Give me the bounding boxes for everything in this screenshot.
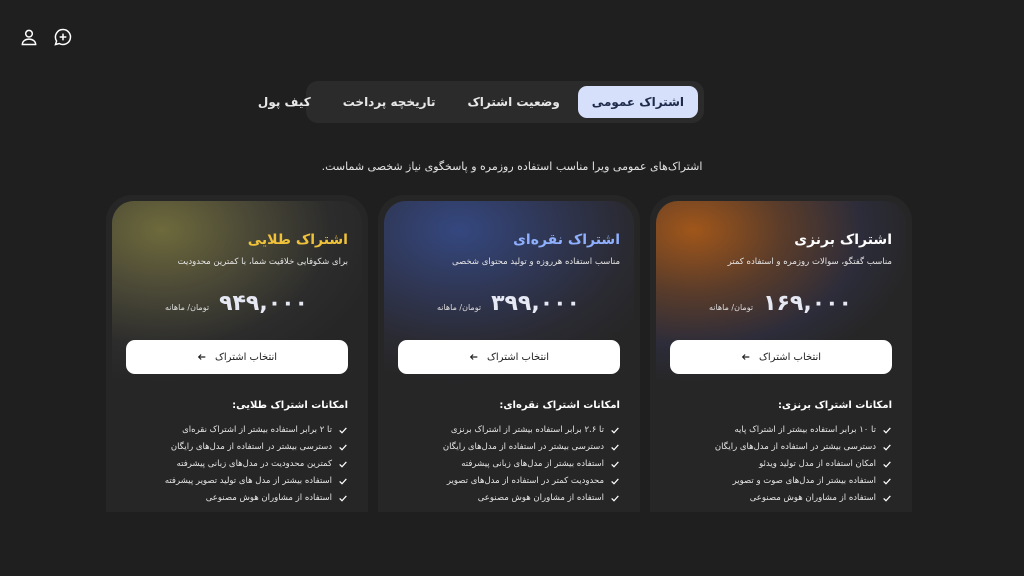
check-icon: [611, 443, 619, 451]
price-amount: ۹۴۹,۰۰۰: [219, 291, 308, 316]
list-item: تا ۱۰ برابر استفاده بیشتر از اشتراک پایه: [715, 421, 892, 438]
feature-text: استفاده بیشتر از مدل‌های زبانی پیشرفته: [461, 458, 604, 469]
plan-title: اشتراک طلایی: [247, 232, 348, 248]
check-icon: [611, 477, 619, 485]
feature-text: دسترسی بیشتر در استفاده از مدل‌های رایگا…: [442, 441, 604, 452]
feature-text: دسترسی بیشتر در استفاده از مدل‌های رایگا…: [714, 441, 876, 452]
check-icon: [883, 460, 891, 468]
feature-text: کمترین محدودیت در مدل‌های زبانی پیشرفته: [176, 458, 332, 469]
price-row: ۱۶۹,۰۰۰ تومان/ ماهانه: [709, 291, 852, 316]
list-item: دسترسی بیشتر در استفاده از مدل‌های رایگا…: [165, 438, 348, 455]
plan-title: اشتراک نقره‌ای: [513, 232, 620, 248]
check-icon: [883, 426, 891, 434]
tab-payment-history[interactable]: تاریخچه پرداخت: [329, 86, 450, 118]
feature-text: امکان استفاده از مدل تولید ویدئو: [759, 458, 876, 469]
arrow-left-icon: [197, 354, 206, 360]
arrow-left-icon: [469, 354, 478, 360]
features-title: امکانات اشتراک طلایی:: [232, 400, 348, 411]
plan-card-bronze: اشتراک برنزی مناسب گفتگو، سوالات روزمره …: [650, 195, 912, 512]
price-unit: تومان/ ماهانه: [164, 303, 210, 312]
feature-text: تا ۱۰ برابر استفاده بیشتر از اشتراک پایه: [734, 424, 877, 435]
list-item: امکان استفاده از مدل تولید ویدئو: [715, 455, 892, 472]
tab-subscription-status[interactable]: وضعیت اشتراک: [454, 86, 574, 118]
features-list: تا ۱۰ برابر استفاده بیشتر از اشتراک پایه…: [715, 421, 892, 506]
tab-general-subscription[interactable]: اشتراک عمومی: [577, 86, 698, 118]
feature-text: تا ۲ برابر استفاده بیشتر از اشتراک نقره‌…: [182, 424, 332, 435]
plan-title: اشتراک برنزی: [794, 232, 892, 248]
check-icon: [611, 494, 619, 502]
check-icon: [883, 477, 891, 485]
select-plan-label: انتخاب اشتراک: [214, 351, 278, 363]
check-icon: [611, 426, 619, 434]
arrow-left-icon: [741, 354, 750, 360]
plan-description: مناسب استفاده هرروزه و تولید محتوای شخصی: [451, 257, 620, 267]
plan-description: مناسب گفتگو، سوالات روزمره و استفاده کمت…: [727, 257, 892, 267]
feature-text: استفاده از مشاوران هوش مصنوعی: [477, 492, 604, 503]
check-icon: [611, 460, 619, 468]
features-list: تا ۲.۶ برابر استفاده بیشتر از اشتراک برن…: [443, 421, 620, 506]
select-plan-label: انتخاب اشتراک: [486, 351, 550, 363]
feature-text: استفاده بیشتر از مدل های تولید تصویر پیش…: [164, 475, 332, 486]
tab-bar: اشتراک عمومی وضعیت اشتراک تاریخچه پرداخت…: [258, 81, 704, 123]
tab-wallet[interactable]: کیف پول: [244, 86, 325, 118]
list-item: استفاده از مشاوران هوش مصنوعی: [443, 489, 620, 506]
check-icon: [883, 494, 891, 502]
select-plan-button[interactable]: انتخاب اشتراک: [398, 340, 620, 374]
new-chat-icon[interactable]: [52, 26, 74, 48]
price-amount: ۳۹۹,۰۰۰: [491, 291, 580, 316]
price-row: ۹۴۹,۰۰۰ تومان/ ماهانه: [165, 291, 308, 316]
select-plan-button[interactable]: انتخاب اشتراک: [670, 340, 892, 374]
user-icon[interactable]: [18, 26, 40, 48]
check-icon: [339, 443, 347, 451]
list-item: محدودیت کمتر در استفاده از مدل‌های تصویر: [443, 472, 620, 489]
list-item: کمترین محدودیت در مدل‌های زبانی پیشرفته: [165, 455, 348, 472]
list-item: استفاده بیشتر از مدل‌های زبانی پیشرفته: [443, 455, 620, 472]
check-icon: [339, 426, 347, 434]
feature-text: دسترسی بیشتر در استفاده از مدل‌های رایگا…: [170, 441, 332, 452]
check-icon: [339, 477, 347, 485]
select-plan-label: انتخاب اشتراک: [758, 351, 822, 363]
price-unit: تومان/ ماهانه: [436, 303, 482, 312]
features-title: امکانات اشتراک نقره‌ای:: [499, 400, 620, 411]
list-item: استفاده از مشاوران هوش مصنوعی: [715, 489, 892, 506]
plan-card-silver: اشتراک نقره‌ای مناسب استفاده هرروزه و تو…: [378, 195, 640, 512]
price-amount: ۱۶۹,۰۰۰: [763, 291, 852, 316]
features-list: تا ۲ برابر استفاده بیشتر از اشتراک نقره‌…: [165, 421, 348, 506]
feature-text: محدودیت کمتر در استفاده از مدل‌های تصویر: [446, 475, 604, 486]
list-item: دسترسی بیشتر در استفاده از مدل‌های رایگا…: [443, 438, 620, 455]
page-subtitle: اشتراک‌های عمومی ویرا مناسب استفاده روزم…: [321, 160, 703, 173]
feature-text: استفاده بیشتر از مدل‌های صوت و تصویر: [732, 475, 876, 486]
feature-text: استفاده از مشاوران هوش مصنوعی: [205, 492, 332, 503]
list-item: استفاده بیشتر از مدل های تولید تصویر پیش…: [165, 472, 348, 489]
feature-text: تا ۲.۶ برابر استفاده بیشتر از اشتراک برن…: [450, 424, 604, 435]
check-icon: [339, 460, 347, 468]
price-unit: تومان/ ماهانه: [708, 303, 754, 312]
select-plan-button[interactable]: انتخاب اشتراک: [126, 340, 348, 374]
plan-card-gold: اشتراک طلایی برای شکوفایی خلاقیت شما، با…: [106, 195, 368, 512]
list-item: دسترسی بیشتر در استفاده از مدل‌های رایگا…: [715, 438, 892, 455]
price-row: ۳۹۹,۰۰۰ تومان/ ماهانه: [437, 291, 580, 316]
list-item: استفاده بیشتر از مدل‌های صوت و تصویر: [715, 472, 892, 489]
list-item: تا ۲.۶ برابر استفاده بیشتر از اشتراک برن…: [443, 421, 620, 438]
list-item: استفاده از مشاوران هوش مصنوعی: [165, 489, 348, 506]
list-item: تا ۲ برابر استفاده بیشتر از اشتراک نقره‌…: [165, 421, 348, 438]
check-icon: [883, 443, 891, 451]
check-icon: [339, 494, 347, 502]
plan-description: برای شکوفایی خلاقیت شما، با کمترین محدود…: [177, 257, 348, 267]
features-title: امکانات اشتراک برنزی:: [777, 400, 892, 411]
feature-text: استفاده از مشاوران هوش مصنوعی: [749, 492, 876, 503]
